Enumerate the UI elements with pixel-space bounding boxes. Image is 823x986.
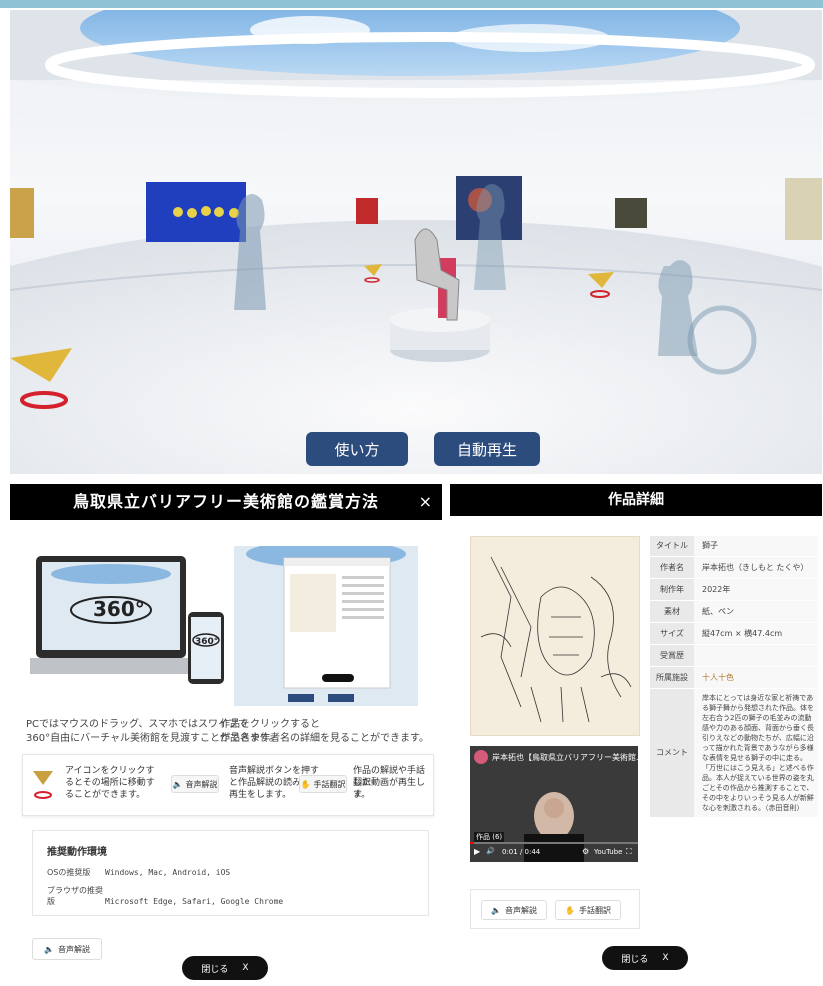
info-row: タイトル 獅子: [650, 536, 818, 557]
recommended-os: OSの推奨版 Windows, Mac, Android, iOS: [47, 867, 230, 878]
detail-screenshot-illustration: [234, 546, 418, 706]
tip-move-3: ることができます。: [65, 790, 146, 800]
artwork-image: [470, 536, 640, 736]
recommended-os-value: Windows, Mac, Android, iOS: [105, 868, 231, 877]
painting-far-left[interactable]: [10, 188, 34, 238]
svg-text:360°: 360°: [195, 637, 218, 647]
hand-icon: ✋: [565, 905, 575, 915]
gallery-scene: [10, 10, 822, 474]
close-x-icon: X: [662, 953, 669, 963]
info-row: 所属施設 十人十色: [650, 666, 818, 689]
video-time: 0:01 / 0:44: [502, 848, 541, 856]
info-value: 紙、ペン: [694, 600, 818, 623]
sign-language-video[interactable]: 岸本拓也【鳥取県立バリアフリー美術館… 作品 (6) ▶ 🔊 0:01 / 0:…: [470, 746, 638, 862]
detail-action-panel: 🔈 音声解説 ✋ 手話翻訳: [470, 889, 640, 929]
painting-far-right[interactable]: [785, 178, 822, 240]
caption-click-2: 作品名や作者名の詳細を見ることができます。: [220, 733, 429, 744]
info-value: 縦47cm × 横47.4cm: [694, 622, 818, 645]
virtual-gallery-view[interactable]: 使い方 自動再生: [10, 10, 822, 474]
usage-button[interactable]: 使い方: [306, 432, 408, 466]
caption-click-1: 作品をクリックすると: [220, 719, 320, 730]
youtube-logo[interactable]: YouTube: [594, 848, 622, 856]
laptop-phone-illustration: 360° 360°: [30, 556, 224, 684]
speaker-icon: 🔈: [44, 944, 54, 954]
info-value: 獅子: [694, 536, 818, 557]
tips-panel: アイコンをクリックす るとその場所に移動す ることができます。 🔈 音声解説 音…: [22, 754, 434, 816]
speaker-icon: 🔈: [172, 779, 183, 789]
sign-language-button-label: 手話翻訳: [578, 905, 611, 915]
close-icon[interactable]: ×: [419, 484, 432, 520]
audio-guide-sample-label: 音声解説: [185, 779, 218, 789]
tip-move-2: るとその場所に移動す: [65, 778, 155, 788]
info-key: 作者名: [650, 556, 694, 579]
video-frame: [470, 746, 638, 862]
info-row-comment: コメント 岸本にとっては身近な家と祈祷である獅子舞から発想された作品。体を左右合う…: [650, 688, 818, 818]
recommended-environment-title: 推奨動作環境: [47, 847, 107, 858]
info-key: 素材: [650, 600, 694, 623]
tip-move-1: アイコンをクリックす: [65, 766, 155, 776]
painting-red[interactable]: [356, 198, 378, 224]
info-row: 素材 紙、ペン: [650, 600, 818, 623]
caption-drag-1: PCではマウスのドラッグ、スマホではスワイプで: [26, 719, 249, 730]
audio-guide-button-label: 音声解説: [57, 944, 90, 954]
info-key: 受賞歴: [650, 644, 694, 667]
video-progress[interactable]: [470, 842, 638, 844]
lion-drawing: [480, 556, 632, 723]
painting-small-dark[interactable]: [615, 198, 647, 228]
tip-audio-3: 再生をします。: [229, 790, 292, 800]
tip-sign-3: す。: [353, 790, 371, 800]
audio-guide-sample: 🔈 音声解説: [171, 775, 219, 793]
guide-modal: 鳥取県立バリアフリー美術館の鑑賞方法 × 360° 360° PCではマウスのド…: [10, 484, 442, 984]
detail-close-button-label: 閉じる: [621, 954, 649, 965]
settings-icon[interactable]: ⚙: [582, 847, 589, 856]
detail-close-button[interactable]: 閉じる X: [602, 946, 688, 970]
comment-text: 岸本にとっては身近な家と祈祷である獅子舞から発想された作品。体を左右合う2匹の獅…: [694, 688, 818, 818]
visitor-silhouette-center: [474, 184, 506, 290]
hand-icon: ✋: [300, 779, 311, 789]
sign-language-sample: ✋ 手話翻訳: [299, 775, 347, 793]
fullscreen-icon[interactable]: ⛶: [626, 847, 632, 857]
audio-guide-button[interactable]: 🔈 音声解説: [32, 938, 102, 960]
video-badge: 作品 (6): [474, 832, 505, 842]
recommended-browser-label: ブラウザの推奨版: [47, 886, 103, 906]
info-key: 制作年: [650, 578, 694, 601]
recommended-browser: ブラウザの推奨版 Microsoft Edge, Safari, Google C…: [47, 885, 283, 907]
volume-icon[interactable]: 🔊: [486, 847, 495, 855]
guide-modal-title: 鳥取県立バリアフリー美術館の鑑賞方法: [72, 492, 379, 511]
channel-avatar: [474, 750, 488, 764]
autoplay-button[interactable]: 自動再生: [434, 432, 540, 466]
guide-modal-header: 鳥取県立バリアフリー美術館の鑑賞方法 ×: [10, 484, 442, 520]
guide-close-button[interactable]: 閉じる X: [182, 956, 268, 980]
top-accent-bar: [0, 0, 823, 8]
recommended-browser-value: Microsoft Edge, Safari, Google Chrome: [105, 897, 284, 906]
artwork-info-table: タイトル 獅子 作者名 岸本拓也（きしもと たくや） 制作年 2022年 素材 紙、ペン…: [650, 536, 818, 818]
video-title: 岸本拓也【鳥取県立バリアフリー美術館…: [492, 753, 638, 762]
speaker-icon: 🔈: [491, 905, 501, 915]
play-icon[interactable]: ▶: [474, 847, 480, 856]
info-value: 十人十色: [694, 666, 818, 689]
info-value: [694, 644, 818, 667]
sign-language-button[interactable]: ✋ 手話翻訳: [555, 900, 621, 920]
info-key: コメント: [650, 688, 694, 818]
artwork-detail-modal: 作品詳細 岸本拓也【鳥取県立バリアフリー美術館… 作品 (6) ▶ 🔊 0:01…: [450, 484, 822, 984]
info-row: サイズ 縦47cm × 横47.4cm: [650, 622, 818, 645]
info-key: タイトル: [650, 536, 694, 557]
sign-language-sample-label: 手話翻訳: [313, 779, 346, 789]
audio-guide-button-label: 音声解説: [504, 905, 537, 915]
info-row: 作者名 岸本拓也（きしもと たくや）: [650, 556, 818, 579]
artwork-detail-title: 作品詳細: [450, 484, 822, 516]
guide-close-button-label: 閉じる: [201, 964, 229, 975]
info-row: 受賞歴: [650, 644, 818, 667]
visitor-silhouette-left: [234, 194, 266, 310]
info-row: 制作年 2022年: [650, 578, 818, 601]
close-x-icon: X: [242, 963, 249, 973]
recommended-os-label: OSの推奨版: [47, 868, 91, 877]
nav-marker-icon: [33, 771, 53, 799]
audio-guide-button[interactable]: 🔈 音声解説: [481, 900, 547, 920]
recommended-environment-panel: 推奨動作環境 OSの推奨版 Windows, Mac, Android, iOS …: [32, 830, 429, 916]
info-key: 所属施設: [650, 666, 694, 689]
info-value: 岸本拓也（きしもと たくや）: [694, 556, 818, 579]
info-value: 2022年: [694, 578, 818, 601]
info-key: サイズ: [650, 622, 694, 645]
